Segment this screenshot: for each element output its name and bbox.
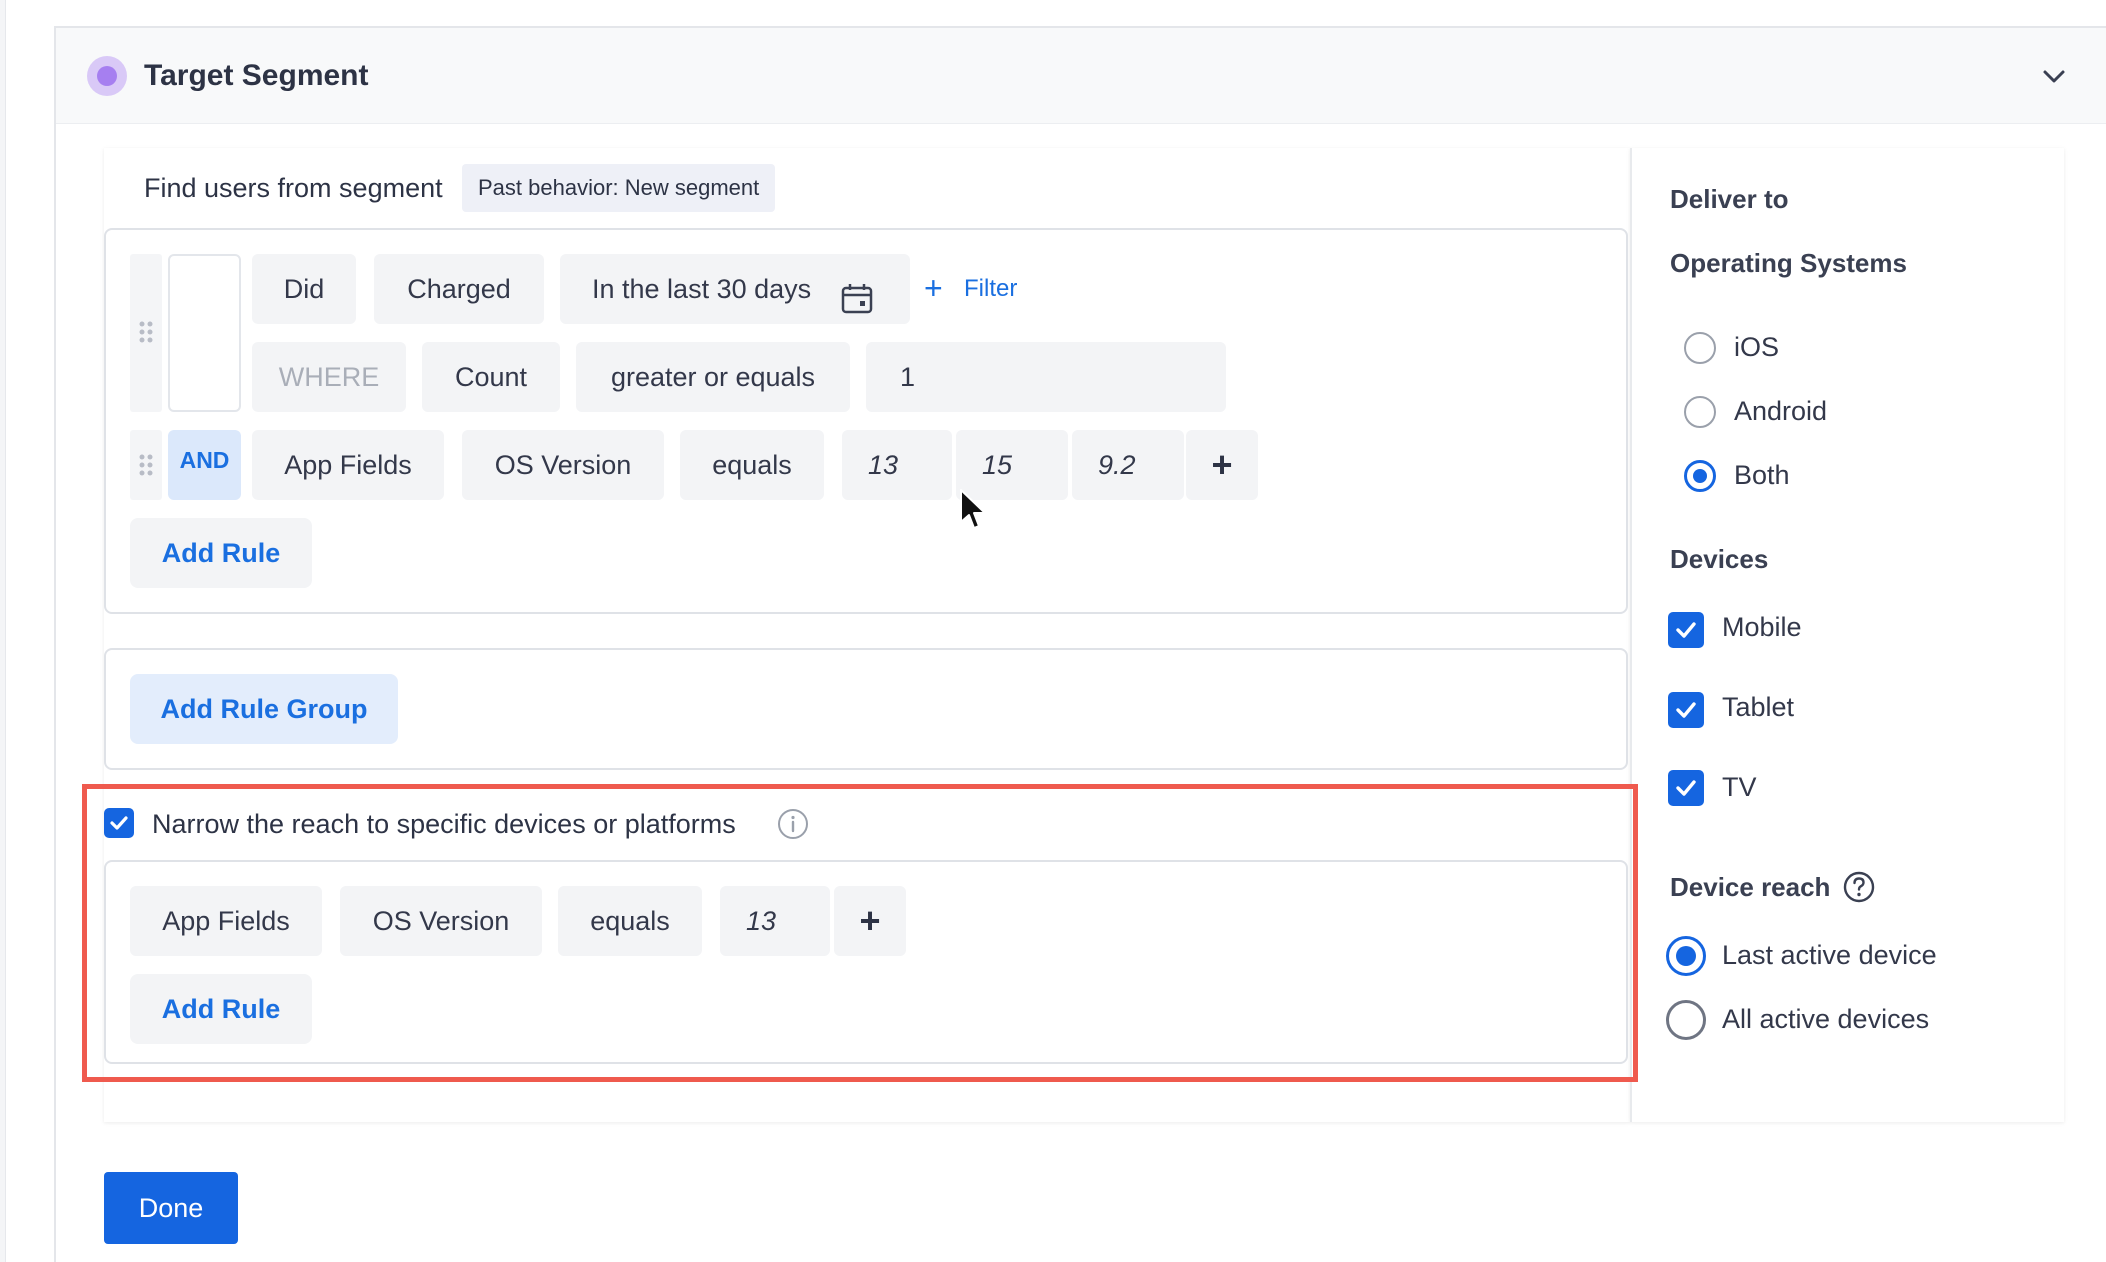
operator-dropdown[interactable]: greater or equals (576, 342, 850, 412)
reach-radio-last-active[interactable] (1666, 936, 1706, 976)
device-checkbox-mobile[interactable] (1668, 612, 1704, 648)
narrow-reach-label: Narrow the reach to specific devices or … (152, 809, 736, 839)
device-reach-heading: Device reach (1670, 872, 1831, 902)
page-title: Target Segment (144, 59, 369, 92)
deliver-to-heading: Deliver to (1670, 184, 1789, 214)
field-dropdown[interactable]: OS Version (462, 430, 664, 500)
device-option-label: Tablet (1722, 692, 1795, 722)
operator-dropdown[interactable]: equals (680, 430, 824, 500)
drag-handle-icon[interactable] (130, 254, 162, 412)
check-icon (1676, 702, 1696, 718)
time-range-label: In the last 30 days (592, 274, 812, 304)
and-conjunction-toggle[interactable]: AND (168, 430, 241, 500)
operating-systems-heading: Operating Systems (1670, 248, 1907, 278)
chevron-down-icon[interactable] (2036, 58, 2072, 94)
check-icon (1676, 622, 1696, 638)
os-radio-ios[interactable] (1684, 332, 1716, 364)
device-option-label: TV (1722, 772, 1757, 802)
field-group-dropdown[interactable]: App Fields (252, 430, 444, 500)
device-option-label: Mobile (1722, 612, 1802, 642)
reach-option-label: All active devices (1722, 1004, 1930, 1034)
reach-radio-all-active[interactable] (1666, 1000, 1706, 1040)
os-option-label: Android (1734, 396, 1828, 426)
add-rule-button[interactable]: Add Rule (130, 518, 312, 588)
count-dropdown[interactable]: Count (422, 342, 560, 412)
mouse-pointer-icon (958, 488, 988, 532)
reach-option-label: Last active device (1722, 940, 1937, 970)
count-value-input[interactable]: 1 (866, 342, 1226, 412)
add-value-button[interactable]: + (1186, 430, 1258, 500)
done-button[interactable]: Done (104, 1172, 238, 1244)
add-rule-group-button[interactable]: Add Rule Group (130, 674, 398, 744)
rule-conjunction-slot (168, 254, 241, 412)
narrow-reach-checkbox[interactable] (104, 808, 134, 838)
plus-icon[interactable]: + (924, 270, 943, 306)
segment-chip: Past behavior: New segment (462, 164, 776, 212)
os-radio-both[interactable] (1684, 460, 1716, 492)
time-range-picker[interactable]: In the last 30 days (560, 254, 910, 324)
os-option-label: Both (1734, 460, 1790, 490)
question-icon[interactable] (1842, 870, 1876, 904)
page-left-rail (0, 0, 6, 1262)
operator-dropdown[interactable]: equals (558, 886, 702, 956)
where-label: WHERE (252, 342, 406, 412)
value-chip[interactable]: 9.2 (1072, 430, 1184, 500)
info-icon[interactable] (776, 807, 810, 841)
os-option-label: iOS (1734, 332, 1780, 362)
event-dropdown[interactable]: Charged (374, 254, 544, 324)
filter-link[interactable]: Filter (964, 274, 1017, 304)
value-chip[interactable]: 13 (720, 886, 830, 956)
did-dropdown[interactable]: Did (252, 254, 356, 324)
segment-dot-inner (97, 66, 117, 86)
os-radio-android[interactable] (1684, 396, 1716, 428)
find-users-label: Find users from segment (144, 173, 443, 203)
value-chip[interactable]: 13 (842, 430, 952, 500)
add-value-button[interactable]: + (834, 886, 906, 956)
devices-heading: Devices (1670, 544, 1769, 574)
field-group-dropdown[interactable]: App Fields (130, 886, 322, 956)
device-checkbox-tablet[interactable] (1668, 692, 1704, 728)
device-checkbox-tv[interactable] (1668, 770, 1704, 806)
add-rule-button[interactable]: Add Rule (130, 974, 312, 1044)
field-dropdown[interactable]: OS Version (340, 886, 542, 956)
check-icon (110, 816, 128, 830)
check-icon (1676, 780, 1696, 796)
calendar-icon (840, 272, 874, 342)
drag-handle-icon[interactable] (130, 430, 162, 500)
